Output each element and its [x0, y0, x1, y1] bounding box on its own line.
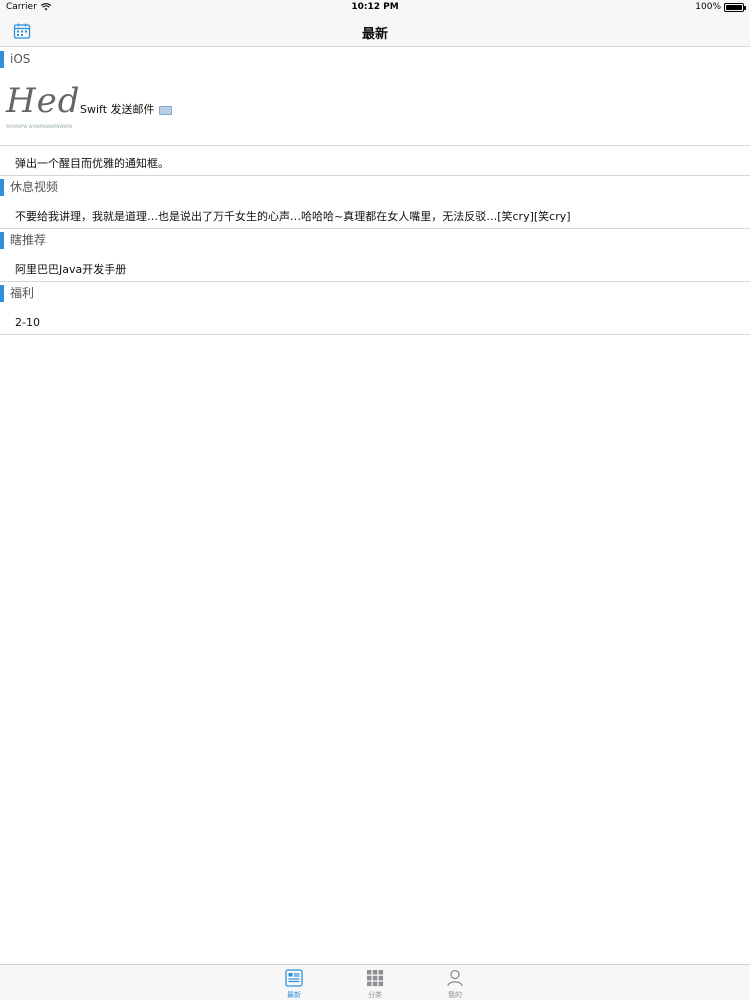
section-rest-video: 休息视频 不要给我讲理，我就是道理…也是说出了万千女生的心声…哈哈哈~真理都在女… [0, 176, 750, 229]
section-accent-bar [0, 232, 4, 249]
section-title: 瞎推荐 [10, 233, 47, 247]
tab-mine[interactable]: 我的 [435, 968, 475, 1000]
section-accent-bar [0, 51, 4, 68]
status-bar: Carrier 10:12 PM 100% [0, 0, 750, 16]
tab-latest[interactable]: 最新 [274, 968, 314, 1000]
section-header-welfare: 福利 [0, 282, 750, 304]
status-right: 100% [695, 2, 746, 12]
tab-bar: 最新 分类 我的 [0, 964, 750, 1000]
tab-category[interactable]: 分类 [355, 968, 395, 1000]
item-title: 弹出一个醒目而优雅的通知框。 [15, 157, 169, 170]
list-item-java-manual[interactable]: 阿里巴巴Java开发手册 [0, 251, 750, 281]
section-accent-bar [0, 179, 4, 196]
item-title: Swift 发送邮件 [80, 103, 155, 116]
section-title: iOS [10, 52, 31, 66]
tab-label: 最新 [287, 991, 301, 999]
section-ios: iOS Hed WOWWPW WOWPWWWPNWKPW Swift 发送邮件 … [0, 48, 750, 176]
list-item-video[interactable]: 不要给我讲理，我就是道理…也是说出了万千女生的心声…哈哈哈~真理都在女人嘴里，无… [0, 198, 750, 228]
section-header-recommend: 瞎推荐 [0, 229, 750, 251]
grid-icon [367, 970, 384, 987]
tab-label: 分类 [368, 991, 382, 999]
item-title-row: Swift 发送邮件 [80, 103, 172, 117]
person-icon [447, 969, 463, 987]
list-item-swift-mail[interactable]: Hed WOWWPW WOWPWWWPNWKPW Swift 发送邮件 [0, 70, 750, 145]
section-title: 福利 [10, 286, 35, 300]
list-item-welfare[interactable]: 2-10 [0, 304, 750, 334]
battery-percent: 100% [695, 2, 721, 12]
mail-icon [158, 105, 172, 115]
section-header-rest-video: 休息视频 [0, 176, 750, 198]
section-recommend: 瞎推荐 阿里巴巴Java开发手册 [0, 229, 750, 282]
item-title: 阿里巴巴Java开发手册 [15, 263, 127, 276]
thumbnail-title: Hed [6, 81, 81, 121]
list-item-notification[interactable]: 弹出一个醒目而优雅的通知框。 [0, 145, 750, 175]
item-title: 2-10 [15, 316, 40, 329]
tab-label: 我的 [448, 991, 462, 999]
thumbnail-subtitle: WOWWPW WOWPWWWPNWKPW [6, 124, 73, 129]
section-header-ios: iOS [0, 48, 750, 70]
section-accent-bar [0, 285, 4, 302]
status-time: 10:12 PM [351, 2, 399, 12]
news-list: iOS Hed WOWWPW WOWPWWWPNWKPW Swift 发送邮件 … [0, 48, 750, 335]
section-title: 休息视频 [10, 180, 59, 194]
section-welfare: 福利 2-10 [0, 282, 750, 335]
item-title: 不要给我讲理，我就是道理…也是说出了万千女生的心声…哈哈哈~真理都在女人嘴里，无… [15, 210, 571, 223]
news-icon [285, 969, 303, 987]
page-title: 最新 [361, 27, 388, 42]
battery-fill [726, 4, 742, 10]
battery-icon [724, 2, 746, 12]
navigation-bar: 最新 [0, 16, 750, 47]
article-thumbnail: Hed WOWWPW WOWPWWWPNWKPW [6, 81, 81, 134]
